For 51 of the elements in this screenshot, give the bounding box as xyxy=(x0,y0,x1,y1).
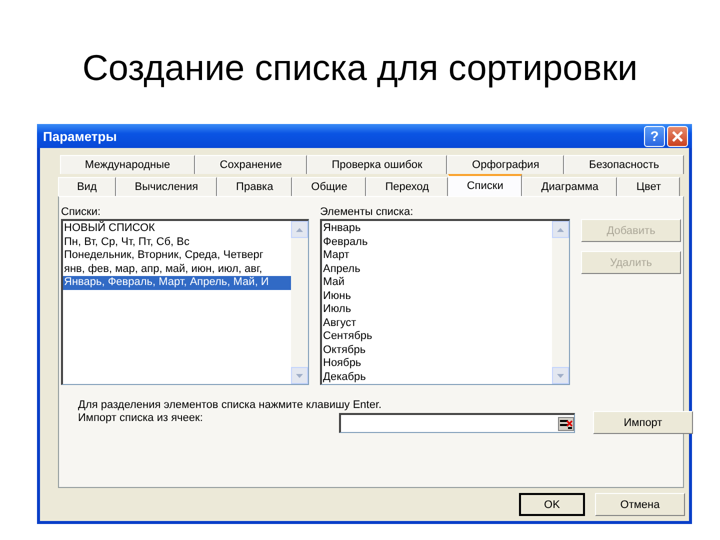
scroll-up-icon xyxy=(296,228,303,232)
close-icon xyxy=(671,130,684,142)
hint-text: Для разделения элементов списка нажмите клавишу Enter. xyxy=(78,399,383,411)
list-item[interactable]: Понедельник, Вторник, Среда, Четверг xyxy=(63,249,291,262)
list-entry: Январь xyxy=(322,222,362,236)
scrollbar[interactable] xyxy=(291,221,308,384)
list-entry: Июль xyxy=(322,303,352,316)
dialog-button[interactable]: OK xyxy=(519,493,585,516)
list-entry: Декабрь xyxy=(322,370,367,384)
close-button[interactable] xyxy=(667,126,688,146)
list-entry: Ноябрь xyxy=(322,357,362,370)
scrollbar[interactable] xyxy=(552,221,569,384)
import-range-field[interactable] xyxy=(339,413,575,433)
list-entries-box[interactable]: Январь Февраль Март Апрель Май Июнь Июль Август Сентябрь Октябрь Ноябрь Декабрь xyxy=(320,219,570,385)
tab[interactable]: Цвет xyxy=(617,177,680,196)
tab[interactable]: Сохранение xyxy=(194,155,307,174)
tab[interactable]: Безопасность xyxy=(564,155,684,174)
tab[interactable]: Списки xyxy=(448,174,522,196)
lists-listbox[interactable]: НОВЫЙ СПИСОК Пн, Вт, Ср, Чт, Пт, Сб, Вс Понедельник, Вторник, Среда, Четверг янв, фев, мар, апр, май, июн, июл, авг, Январь, Февраль, Март, Апрель, Май, И xyxy=(61,219,309,385)
list-item[interactable]: НОВЫЙ СПИСОК xyxy=(63,222,291,236)
import-button[interactable]: Импорт xyxy=(593,411,693,434)
list-entry: Апрель xyxy=(322,262,362,276)
scroll-down-icon xyxy=(557,374,564,378)
list-item[interactable]: Пн, Вт, Ср, Чт, Пт, Сб, Вс xyxy=(63,236,291,249)
lists-label: Списки: xyxy=(61,205,102,219)
window-title: Параметры xyxy=(43,128,118,144)
tab[interactable]: Правка xyxy=(217,177,292,196)
import-label: Импорт списка из ячеек: xyxy=(78,411,204,425)
list-entry: Июнь xyxy=(322,290,352,303)
tab[interactable]: Орфография xyxy=(447,155,564,174)
dialog-button[interactable]: Отмена xyxy=(595,493,685,516)
tab[interactable]: Вычисления xyxy=(116,177,218,196)
list-item[interactable]: Январь, Февраль, Март, Апрель, Май, И xyxy=(63,276,291,290)
list-entry: Май xyxy=(322,276,346,290)
range-select-icon xyxy=(558,416,574,430)
tab[interactable]: Общие xyxy=(292,177,366,196)
list-entry: Октябрь xyxy=(322,344,367,357)
tab[interactable]: Международные xyxy=(60,155,195,174)
list-entry: Август xyxy=(322,316,358,330)
tab[interactable]: Переход xyxy=(366,177,448,196)
list-entry: Сентябрь xyxy=(322,330,374,344)
slide-title: Создание списка для сортировки xyxy=(81,46,639,90)
list-item[interactable]: янв, фев, мар, апр, май, июн, июл, авг, xyxy=(63,262,291,276)
scroll-up-icon xyxy=(557,228,564,232)
list-entry: Март xyxy=(322,249,350,262)
tab[interactable]: Вид xyxy=(58,177,116,196)
tab[interactable]: Диаграмма xyxy=(522,177,618,196)
scroll-down-icon xyxy=(296,374,303,378)
list-entries-label: Элементы списка: xyxy=(320,205,414,219)
list-entry: Февраль xyxy=(322,236,369,249)
tab[interactable]: Проверка ошибок xyxy=(306,155,448,174)
